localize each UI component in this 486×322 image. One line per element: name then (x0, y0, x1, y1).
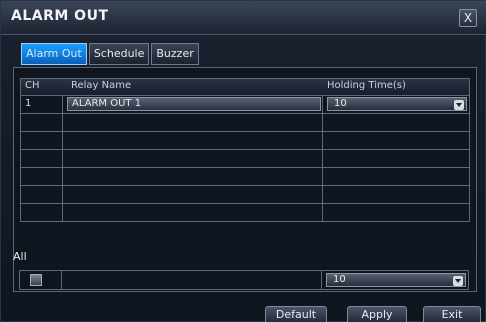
table-row (20, 204, 470, 222)
tab-bar: Alarm Out Schedule Buzzer (21, 43, 199, 67)
ch-value: 1 (25, 98, 32, 109)
tab-buzzer[interactable]: Buzzer (151, 43, 199, 65)
relay-name-value: ALARM OUT 1 (72, 98, 142, 109)
all-row: 10 (19, 270, 469, 290)
holding-time-cell (323, 168, 471, 185)
ch-cell (21, 186, 63, 203)
tab-alarm-out[interactable]: Alarm Out (21, 43, 87, 65)
table-row (20, 132, 470, 150)
table-row: 1 ALARM OUT 1 10 (20, 96, 470, 114)
table-header: CH Relay Name Holding Time(s) (20, 78, 470, 96)
chevron-down-icon (454, 100, 464, 110)
holding-time-cell (323, 204, 471, 221)
holding-time-cell (323, 132, 471, 149)
all-holding-time-value: 10 (333, 274, 346, 285)
table-row (20, 114, 470, 132)
table-row (20, 186, 470, 204)
holding-time-cell (323, 150, 471, 167)
close-button[interactable]: X (459, 9, 477, 27)
all-holding-time-cell: 10 (322, 271, 470, 289)
ch-cell (21, 114, 63, 131)
ch-cell (21, 204, 63, 221)
ch-cell (21, 150, 63, 167)
relay-name-cell (63, 114, 323, 131)
all-check-cell (20, 271, 62, 289)
title-bar: ALARM OUT X (1, 1, 486, 35)
all-checkbox[interactable] (30, 274, 42, 286)
default-button[interactable]: Default (265, 306, 327, 322)
relay-name-cell: ALARM OUT 1 (63, 96, 323, 113)
holding-time-cell (323, 186, 471, 203)
holding-time-cell (323, 114, 471, 131)
relay-name-cell (63, 132, 323, 149)
alarm-out-panel: CH Relay Name Holding Time(s) 1 ALARM OU… (13, 67, 477, 292)
holding-time-select[interactable]: 10 (327, 97, 467, 111)
relay-name-cell (63, 150, 323, 167)
alarm-out-window: ALARM OUT X Alarm Out Schedule Buzzer CH… (0, 0, 486, 322)
table-row (20, 168, 470, 186)
holding-time-cell: 10 (323, 96, 471, 113)
ch-cell: 1 (21, 96, 63, 113)
col-holding-time: Holding Time(s) (327, 80, 406, 91)
all-label: All (13, 250, 27, 263)
tab-schedule[interactable]: Schedule (88, 43, 150, 65)
all-holding-time-select[interactable]: 10 (326, 273, 466, 287)
relay-name-cell (63, 204, 323, 221)
ch-cell (21, 168, 63, 185)
col-ch: CH (25, 80, 40, 91)
relay-name-cell (63, 168, 323, 185)
relay-name-input[interactable]: ALARM OUT 1 (67, 97, 321, 111)
chevron-down-icon (453, 276, 463, 286)
col-relay-name: Relay Name (71, 80, 132, 91)
table-row (20, 150, 470, 168)
all-relay-cell (62, 271, 322, 289)
ch-cell (21, 132, 63, 149)
alarm-table: CH Relay Name Holding Time(s) 1 ALARM OU… (20, 78, 470, 222)
footer-buttons: Default Apply Exit (1, 299, 486, 322)
window-title: ALARM OUT (11, 8, 109, 24)
apply-button[interactable]: Apply (347, 306, 407, 322)
relay-name-cell (63, 186, 323, 203)
holding-time-value: 10 (334, 98, 347, 109)
exit-button[interactable]: Exit (423, 306, 481, 322)
